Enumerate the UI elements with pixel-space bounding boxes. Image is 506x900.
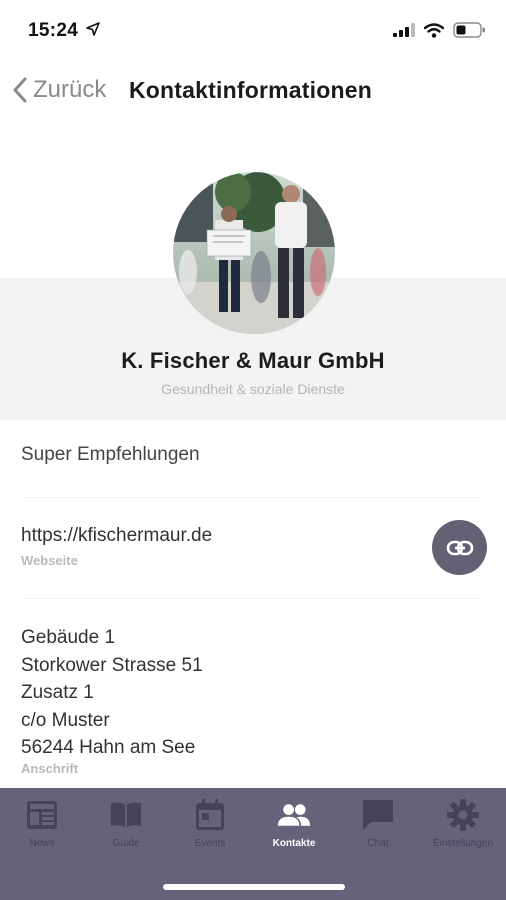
calendar-icon [193, 798, 227, 832]
chevron-left-icon [13, 77, 27, 103]
location-arrow-icon [86, 22, 100, 36]
company-avatar [173, 172, 335, 334]
status-icons [393, 22, 486, 38]
back-label: Zurück [33, 76, 107, 103]
company-name: K. Fischer & Maur GmbH [121, 348, 385, 373]
page-title: Kontaktinformationen [129, 77, 372, 103]
news-icon [25, 798, 59, 832]
address-block: Gebäude 1 Storkower Strasse 51 Zusatz 1 … [21, 624, 203, 762]
address-line: c/o Muster [21, 709, 110, 731]
back-button[interactable]: Zurück [12, 74, 106, 106]
contacts-icon [277, 798, 311, 832]
divider [21, 598, 481, 599]
address-line: Storkower Strasse 51 [21, 654, 203, 676]
status-time: 15:24 [28, 20, 79, 41]
tab-contacts[interactable]: Kontakte [249, 798, 339, 850]
open-website-button[interactable] [432, 520, 487, 575]
wifi-icon [424, 22, 444, 38]
battery-icon [453, 22, 485, 38]
company-category: Gesundheit & soziale Dienste [161, 381, 345, 397]
tab-guide[interactable]: Guide [81, 798, 171, 850]
gear-icon [446, 798, 480, 832]
tab-label: Events [194, 838, 226, 849]
tab-news[interactable]: News [0, 798, 87, 850]
divider [21, 497, 481, 498]
address-line: Gebäude 1 [21, 627, 116, 648]
book-icon [109, 798, 143, 832]
website-label: Webseite [21, 553, 78, 568]
chat-icon [361, 798, 395, 832]
contact-description: Super Empfehlungen [21, 444, 200, 465]
address-line: Zusatz 1 [21, 682, 94, 703]
nav-header: Zurück Kontaktinformationen [0, 60, 506, 120]
tab-label: Chat [367, 838, 389, 849]
tab-label: Guide [112, 838, 140, 849]
signal-icon [393, 23, 415, 37]
address-label: Anschrift [21, 761, 79, 776]
tab-label: Kontakte [272, 838, 316, 849]
address-line: 56244 Hahn am See [21, 737, 196, 758]
tab-bar: News Guide Events Kontakte Chat Einstell… [0, 788, 506, 900]
website-url[interactable]: https://kfischermaur.de [21, 525, 212, 547]
tab-chat[interactable]: Chat [333, 798, 423, 850]
tab-label: News [29, 838, 55, 849]
tab-label: Einstellungen [432, 838, 494, 849]
tab-events[interactable]: Events [165, 798, 255, 850]
tab-settings[interactable]: Einstellungen [418, 798, 506, 850]
home-indicator[interactable] [163, 884, 345, 890]
link-icon [446, 540, 473, 555]
status-bar: 15:24 [0, 0, 506, 60]
